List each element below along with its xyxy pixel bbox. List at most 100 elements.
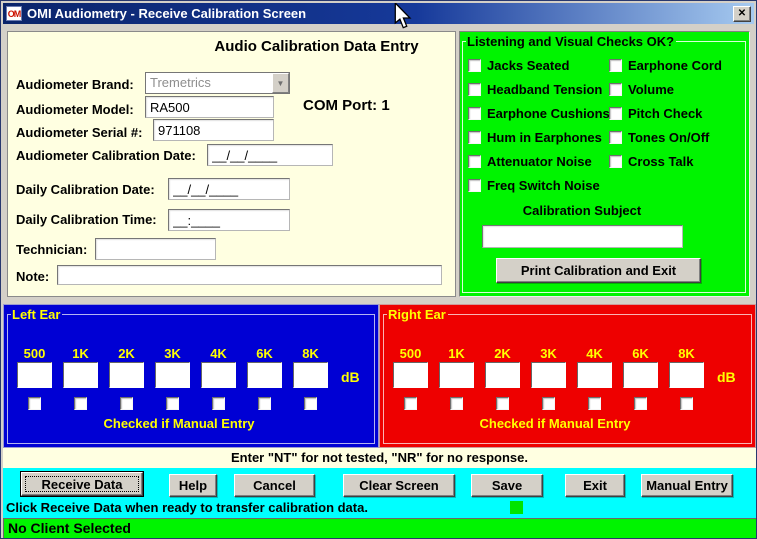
left-ear-500-manual-checkbox[interactable] bbox=[28, 397, 41, 410]
status-indicator bbox=[510, 501, 523, 514]
attenuator-noise-checkbox[interactable] bbox=[468, 155, 481, 168]
check-pitch-check[interactable]: Pitch Check bbox=[609, 106, 702, 121]
right-ear-8k-manual-checkbox[interactable] bbox=[680, 397, 693, 410]
hum-in-earphones-checkbox[interactable] bbox=[468, 131, 481, 144]
exit-button[interactable]: Exit bbox=[565, 474, 625, 497]
left-ear-col-2k: 2K bbox=[109, 346, 144, 410]
left-ear-1k-input[interactable] bbox=[63, 362, 98, 388]
instruction-bar: Enter "NT" for not tested, "NR" for no r… bbox=[3, 448, 756, 468]
earphone-cord-checkbox[interactable] bbox=[609, 59, 622, 72]
form-title: Audio Calibration Data Entry bbox=[8, 38, 455, 55]
check-cross-talk[interactable]: Cross Talk bbox=[609, 154, 694, 169]
check-headband-tension[interactable]: Headband Tension bbox=[468, 82, 602, 97]
left-ear-db-label: dB bbox=[341, 369, 360, 385]
right-ear-col-4k: 4K bbox=[577, 346, 612, 410]
right-ear-3k-input[interactable] bbox=[531, 362, 566, 388]
audiometer-serial-input[interactable] bbox=[153, 119, 274, 141]
check-earphone-cord[interactable]: Earphone Cord bbox=[609, 58, 722, 73]
toolbar: Receive Data Help Cancel Clear Screen Sa… bbox=[3, 468, 756, 518]
right-ear-4k-input[interactable] bbox=[577, 362, 612, 388]
left-ear-500-input[interactable] bbox=[17, 362, 52, 388]
check-attenuator-noise[interactable]: Attenuator Noise bbox=[468, 154, 592, 169]
right-ear-3k-manual-checkbox[interactable] bbox=[542, 397, 555, 410]
cancel-button[interactable]: Cancel bbox=[234, 474, 315, 497]
check-tones-on-off[interactable]: Tones On/Off bbox=[609, 130, 709, 145]
left-ear-6k-manual-checkbox[interactable] bbox=[258, 397, 271, 410]
daily-cal-time-input[interactable] bbox=[168, 209, 290, 231]
audiometer-serial-label: Audiometer Serial #: bbox=[16, 125, 142, 140]
right-ear-500-input[interactable] bbox=[393, 362, 428, 388]
technician-input[interactable] bbox=[95, 238, 216, 260]
left-ear-6k-input[interactable] bbox=[247, 362, 282, 388]
right-ear-col-8k: 8K bbox=[669, 346, 704, 410]
help-button[interactable]: Help bbox=[169, 474, 217, 497]
audiometer-brand-select[interactable]: Tremetrics ▼ bbox=[145, 72, 290, 94]
pitch-check-checkbox[interactable] bbox=[609, 107, 622, 120]
manual-entry-button[interactable]: Manual Entry bbox=[641, 474, 733, 497]
left-ear-4k-manual-checkbox[interactable] bbox=[212, 397, 225, 410]
com-port-text: COM Port: 1 bbox=[303, 97, 390, 114]
left-ear-3k-manual-checkbox[interactable] bbox=[166, 397, 179, 410]
right-ear-8k-input[interactable] bbox=[669, 362, 704, 388]
audiometer-model-input[interactable] bbox=[145, 96, 274, 118]
mouse-cursor bbox=[394, 3, 412, 30]
close-button[interactable]: ✕ bbox=[733, 6, 751, 22]
right-ear-4k-manual-checkbox[interactable] bbox=[588, 397, 601, 410]
left-ear-1k-manual-checkbox[interactable] bbox=[74, 397, 87, 410]
left-ear-panel: Left Ear 500 1K 2K 3K bbox=[3, 304, 379, 448]
left-ear-title: Left Ear bbox=[11, 307, 62, 322]
close-icon: ✕ bbox=[738, 8, 746, 19]
calibration-subject-label: Calibration Subject bbox=[482, 203, 682, 218]
daily-cal-time-label: Daily Calibration Time: bbox=[16, 212, 157, 227]
right-ear-6k-manual-checkbox[interactable] bbox=[634, 397, 647, 410]
left-ear-8k-manual-checkbox[interactable] bbox=[304, 397, 317, 410]
daily-cal-date-input[interactable] bbox=[168, 178, 290, 200]
dropdown-arrow-icon[interactable]: ▼ bbox=[272, 73, 289, 93]
check-jacks-seated[interactable]: Jacks Seated bbox=[468, 58, 569, 73]
right-ear-col-2k: 2K bbox=[485, 346, 520, 410]
right-ear-2k-manual-checkbox[interactable] bbox=[496, 397, 509, 410]
save-button[interactable]: Save bbox=[471, 474, 543, 497]
right-ear-col-500: 500 bbox=[393, 346, 428, 410]
note-input[interactable] bbox=[57, 265, 442, 285]
left-ear-2k-input[interactable] bbox=[109, 362, 144, 388]
freq-switch-noise-checkbox[interactable] bbox=[468, 179, 481, 192]
checks-panel: Listening and Visual Checks OK? Jacks Se… bbox=[459, 31, 750, 297]
receive-data-button[interactable]: Receive Data bbox=[21, 472, 143, 496]
left-ear-3k-input[interactable] bbox=[155, 362, 190, 388]
right-ear-col-1k: 1K bbox=[439, 346, 474, 410]
left-ear-2k-manual-checkbox[interactable] bbox=[120, 397, 133, 410]
right-ear-1k-input[interactable] bbox=[439, 362, 474, 388]
check-earphone-cushions[interactable]: Earphone Cushions bbox=[468, 106, 610, 121]
left-ear-8k-input[interactable] bbox=[293, 362, 328, 388]
earphone-cushions-checkbox[interactable] bbox=[468, 107, 481, 120]
left-ear-col-6k: 6K bbox=[247, 346, 282, 410]
right-ear-db-label: dB bbox=[717, 369, 736, 385]
audiometer-cal-date-input[interactable] bbox=[207, 144, 333, 166]
right-ear-2k-input[interactable] bbox=[485, 362, 520, 388]
check-volume[interactable]: Volume bbox=[609, 82, 674, 97]
right-ear-title: Right Ear bbox=[387, 307, 448, 322]
clear-screen-button[interactable]: Clear Screen bbox=[343, 474, 455, 497]
right-ear-1k-manual-checkbox[interactable] bbox=[450, 397, 463, 410]
print-calibration-button[interactable]: Print Calibration and Exit bbox=[496, 258, 701, 283]
title-bar[interactable]: OM OMI Audiometry - Receive Calibration … bbox=[3, 3, 754, 24]
left-ear-col-4k: 4K bbox=[201, 346, 236, 410]
cross-talk-checkbox[interactable] bbox=[609, 155, 622, 168]
right-ear-500-manual-checkbox[interactable] bbox=[404, 397, 417, 410]
left-ear-4k-input[interactable] bbox=[201, 362, 236, 388]
tones-on-off-checkbox[interactable] bbox=[609, 131, 622, 144]
right-ear-freq-row: 500 1K 2K 3K 4K bbox=[380, 346, 704, 410]
check-hum-in-earphones[interactable]: Hum in Earphones bbox=[468, 130, 602, 145]
headband-tension-checkbox[interactable] bbox=[468, 83, 481, 96]
app-icon: OM bbox=[6, 6, 22, 21]
daily-cal-date-label: Daily Calibration Date: bbox=[16, 182, 155, 197]
check-freq-switch-noise[interactable]: Freq Switch Noise bbox=[468, 178, 600, 193]
audiometer-brand-value: Tremetrics bbox=[146, 73, 272, 93]
right-ear-6k-input[interactable] bbox=[623, 362, 658, 388]
receive-data-hint: Click Receive Data when ready to transfe… bbox=[6, 500, 368, 515]
volume-checkbox[interactable] bbox=[609, 83, 622, 96]
calibration-subject-input[interactable] bbox=[482, 225, 683, 248]
jacks-seated-checkbox[interactable] bbox=[468, 59, 481, 72]
right-ear-col-6k: 6K bbox=[623, 346, 658, 410]
